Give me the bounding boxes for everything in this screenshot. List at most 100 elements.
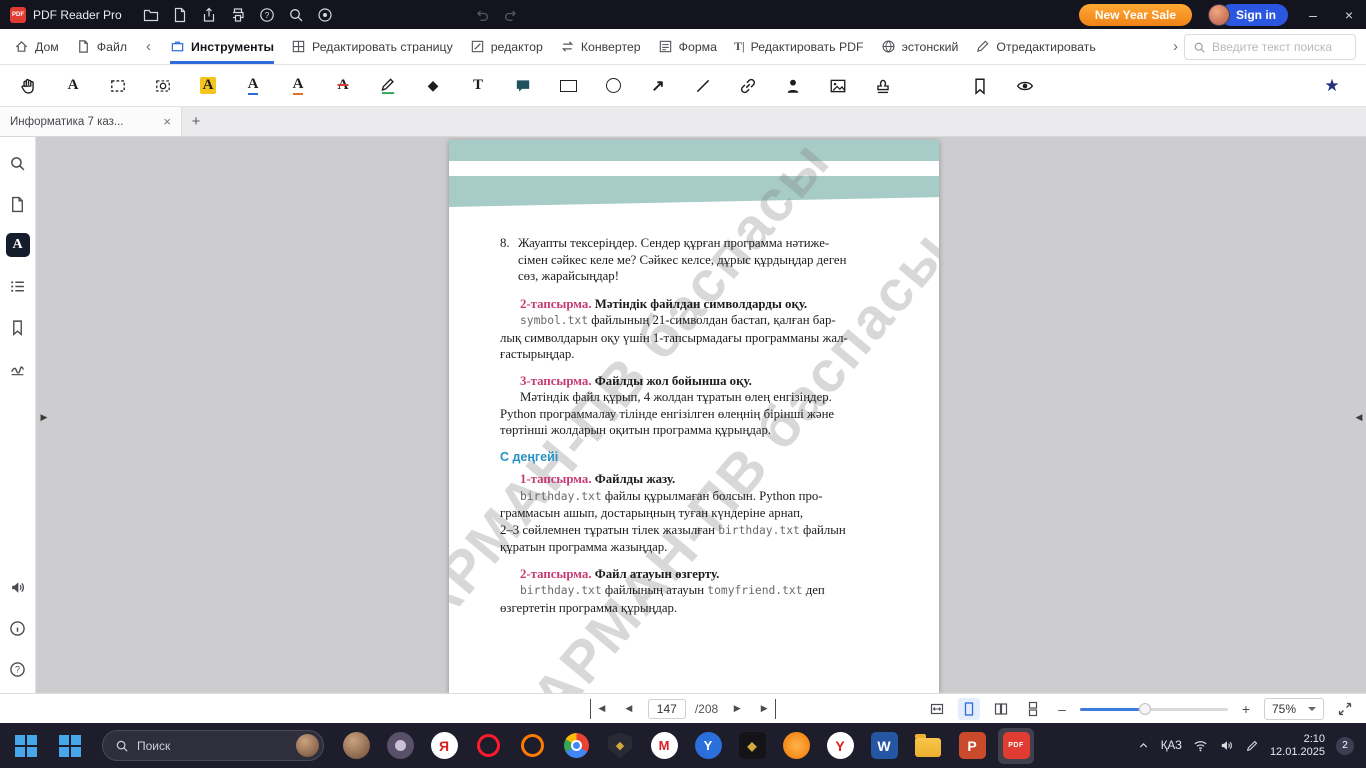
- continuous-scroll-view-icon[interactable]: [1022, 698, 1044, 720]
- stamp-tool-icon[interactable]: [871, 74, 895, 98]
- taskbar-app-powerpoint[interactable]: P: [954, 728, 990, 764]
- menu-file[interactable]: Файл: [76, 29, 127, 64]
- menu-redact[interactable]: Отредактировать: [975, 29, 1095, 64]
- document-icon[interactable]: [167, 4, 194, 25]
- taskbar-app-chrome[interactable]: [558, 728, 594, 764]
- marquee-select-tool-icon[interactable]: [106, 74, 130, 98]
- taskbar-clock[interactable]: 2:10 12.01.2025: [1270, 733, 1325, 759]
- underline-tool-icon[interactable]: A: [241, 74, 265, 98]
- menu-converter[interactable]: Конвертер: [560, 29, 641, 64]
- two-page-view-icon[interactable]: [990, 698, 1012, 720]
- menu-home[interactable]: Дом: [14, 29, 59, 64]
- volume-icon[interactable]: [1219, 738, 1234, 753]
- menu-scroll-left[interactable]: ‹: [144, 29, 153, 64]
- pen-icon[interactable]: [1245, 739, 1259, 753]
- taskbar-app-y-blue[interactable]: Y: [690, 728, 726, 764]
- settings-icon[interactable]: [312, 4, 339, 25]
- minimize-button[interactable]: –: [1296, 0, 1330, 29]
- sidebar-outline-icon[interactable]: [6, 274, 30, 298]
- taskbar-app-profile[interactable]: [338, 728, 374, 764]
- help-icon[interactable]: ?: [254, 4, 281, 25]
- hand-tool-icon[interactable]: [16, 74, 40, 98]
- taskbar-app-mail[interactable]: М: [646, 728, 682, 764]
- previous-page-button[interactable]: ◀: [619, 699, 639, 719]
- sidebar-thumbnails-icon[interactable]: [6, 192, 30, 216]
- signin-button[interactable]: Sign in: [1220, 4, 1288, 26]
- zoom-area-tool-icon[interactable]: [151, 74, 175, 98]
- info-icon[interactable]: [6, 616, 30, 640]
- taskbar-app-diamond[interactable]: ◆: [734, 728, 770, 764]
- close-button[interactable]: ×: [1332, 0, 1366, 29]
- open-folder-icon[interactable]: [138, 4, 165, 25]
- signature-tool-icon[interactable]: [781, 74, 805, 98]
- expand-right-panel-icon[interactable]: ◀: [1353, 409, 1365, 425]
- expand-left-panel-icon[interactable]: ▶: [38, 409, 50, 425]
- menu-edit-pdf[interactable]: T|Редактировать PDF: [734, 29, 864, 64]
- first-page-button[interactable]: ◀: [590, 699, 610, 719]
- menu-form[interactable]: Форма: [658, 29, 717, 64]
- text-tool-icon[interactable]: T: [466, 74, 490, 98]
- fit-width-icon[interactable]: [926, 698, 948, 720]
- select-text-tool-icon[interactable]: A: [61, 74, 85, 98]
- zoom-out-button[interactable]: –: [1054, 701, 1070, 717]
- taskbar-app-word[interactable]: W: [866, 728, 902, 764]
- favorites-star-icon[interactable]: ★: [1320, 74, 1344, 98]
- preview-eye-icon[interactable]: [1013, 74, 1037, 98]
- user-avatar[interactable]: [1208, 4, 1230, 26]
- new-tab-button[interactable]: +: [182, 107, 210, 136]
- zoom-level-select[interactable]: 75%: [1264, 698, 1324, 720]
- last-page-button[interactable]: ▶: [756, 699, 776, 719]
- share-icon[interactable]: [196, 4, 223, 25]
- taskbar-app-pdf-reader[interactable]: PDF: [998, 728, 1034, 764]
- sidebar-bookmarks-icon[interactable]: [6, 315, 30, 339]
- circle-tool-icon[interactable]: [601, 74, 625, 98]
- new-year-sale-button[interactable]: New Year Sale: [1079, 4, 1192, 26]
- undo-icon[interactable]: [469, 4, 496, 25]
- squiggly-underline-tool-icon[interactable]: A: [286, 74, 310, 98]
- eraser-tool-icon[interactable]: ◆: [421, 74, 445, 98]
- next-page-button[interactable]: ▶: [727, 699, 747, 719]
- tray-chevron-up-icon[interactable]: [1137, 739, 1150, 752]
- tab-close-icon[interactable]: ×: [163, 114, 171, 129]
- zoom-slider[interactable]: [1080, 708, 1228, 711]
- print-icon[interactable]: [225, 4, 252, 25]
- link-tool-icon[interactable]: [736, 74, 760, 98]
- sidebar-annotations-icon[interactable]: A: [6, 233, 30, 257]
- document-tab[interactable]: Информатика 7 каз... ×: [0, 107, 182, 136]
- arrow-tool-icon[interactable]: ↗: [646, 74, 670, 98]
- taskbar-search[interactable]: Поиск: [102, 730, 324, 761]
- wifi-icon[interactable]: [1193, 738, 1208, 753]
- read-aloud-icon[interactable]: [6, 575, 30, 599]
- zoom-in-button[interactable]: +: [1238, 701, 1254, 717]
- taskbar-app-ok[interactable]: [778, 728, 814, 764]
- zoom-slider-knob[interactable]: [1139, 703, 1151, 715]
- fullscreen-icon[interactable]: [1334, 698, 1356, 720]
- taskbar-app-opera-gx[interactable]: [514, 728, 550, 764]
- redo-icon[interactable]: [498, 4, 525, 25]
- start-button[interactable]: [52, 728, 88, 764]
- bookmark-icon[interactable]: [968, 74, 992, 98]
- single-page-view-icon[interactable]: [958, 698, 980, 720]
- menu-tools[interactable]: Инструменты: [170, 29, 274, 64]
- sidebar-search-icon[interactable]: [6, 151, 30, 175]
- taskbar-app-yandex[interactable]: Я: [426, 728, 462, 764]
- page-number-input[interactable]: 147: [648, 699, 686, 719]
- strikethrough-tool-icon[interactable]: A: [331, 74, 355, 98]
- note-comment-tool-icon[interactable]: [511, 74, 535, 98]
- taskbar-app-camera[interactable]: [382, 728, 418, 764]
- menu-estonian[interactable]: эстонский: [881, 29, 959, 64]
- line-tool-icon[interactable]: [691, 74, 715, 98]
- image-tool-icon[interactable]: [826, 74, 850, 98]
- document-canvas[interactable]: АРМАН-ПВ баспасы АРМАН-ПВ баспасы 8. Жау…: [36, 137, 1366, 693]
- help-circle-icon[interactable]: ?: [6, 657, 30, 681]
- taskbar-app-opera[interactable]: [470, 728, 506, 764]
- taskbar-app-y-red[interactable]: Y: [822, 728, 858, 764]
- search-input[interactable]: [1212, 40, 1332, 54]
- menu-scroll-right[interactable]: ›: [1171, 29, 1180, 64]
- taskbar-app-game-shield[interactable]: ◆: [602, 728, 638, 764]
- notification-badge[interactable]: 2: [1336, 737, 1354, 755]
- highlight-tool-icon[interactable]: A: [196, 74, 220, 98]
- sidebar-signature-icon[interactable]: [6, 356, 30, 380]
- taskbar-app-explorer[interactable]: [910, 728, 946, 764]
- freehand-pen-tool-icon[interactable]: [376, 74, 400, 98]
